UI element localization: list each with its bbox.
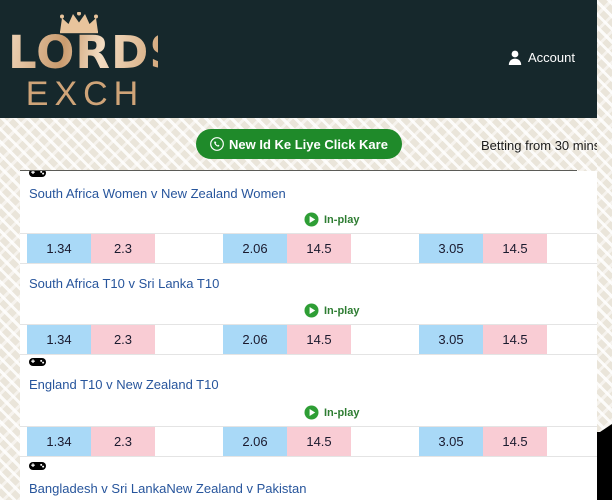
- account-label: Account: [528, 50, 575, 65]
- odds-cell-empty: [155, 325, 223, 354]
- odds-cell-lay[interactable]: 14.5: [287, 234, 351, 263]
- odds-cell-back[interactable]: 2.06: [223, 325, 287, 354]
- logo-secondary-text: EXCH: [25, 75, 145, 113]
- match-title[interactable]: South Africa T10 v Sri Lanka T10: [29, 276, 219, 291]
- odds-cell-lay[interactable]: 14.5: [287, 325, 351, 354]
- odds-cell-back[interactable]: 3.05: [419, 325, 483, 354]
- odds-cell-empty: [547, 427, 597, 456]
- odds-cell-back[interactable]: 3.05: [419, 234, 483, 263]
- gamepad-icon: [29, 355, 46, 368]
- right-gutter: [597, 0, 612, 500]
- odds-cell-lay[interactable]: 14.5: [483, 234, 547, 263]
- odds-cell-empty: [547, 325, 597, 354]
- odds-row: 1.34 2.3 2.06 14.5 3.05 14.5: [20, 233, 597, 264]
- play-circle-icon: [304, 212, 319, 227]
- odds-cell-empty: [155, 234, 223, 263]
- odds-cell-back[interactable]: 2.06: [223, 427, 287, 456]
- odds-cell-back[interactable]: 2.06: [223, 234, 287, 263]
- odds-row: 1.34 2.3 2.06 14.5 3.05 14.5: [20, 426, 597, 457]
- play-circle-icon: [304, 303, 319, 318]
- match-list-panel[interactable]: South Africa Women v New Zealand Women I…: [20, 171, 597, 500]
- match-title[interactable]: Bangladesh v Sri LankaNew Zealand v Paki…: [29, 481, 307, 496]
- odds-cell-lay[interactable]: 2.3: [91, 325, 155, 354]
- odds-cell-empty: [547, 234, 597, 263]
- crown-icon: [58, 12, 100, 34]
- odds-cell-lay[interactable]: 2.3: [91, 234, 155, 263]
- account-button[interactable]: Account: [508, 50, 575, 65]
- promo-whatsapp-button[interactable]: New Id Ke Liye Click Kare: [196, 129, 402, 159]
- gamepad-icon: [29, 459, 46, 472]
- inplay-label: In-play: [324, 304, 360, 317]
- promo-label: New Id Ke Liye Click Kare: [229, 136, 388, 152]
- odds-cell-empty: [351, 234, 419, 263]
- match-title[interactable]: England T10 v New Zealand T10: [29, 377, 219, 392]
- inplay-label: In-play: [324, 406, 360, 419]
- gamepad-icon: [29, 171, 46, 179]
- odds-cell-lay[interactable]: 14.5: [287, 427, 351, 456]
- odds-cell-empty: [155, 427, 223, 456]
- odds-cell-lay[interactable]: 14.5: [483, 427, 547, 456]
- inplay-indicator: In-play: [304, 212, 359, 227]
- whatsapp-icon: [210, 137, 224, 151]
- odds-cell-back[interactable]: 3.05: [419, 427, 483, 456]
- match-title[interactable]: South Africa Women v New Zealand Women: [29, 186, 286, 201]
- inplay-indicator: In-play: [304, 303, 359, 318]
- inplay-label: In-play: [324, 213, 360, 226]
- betting-note: Betting from 30 mins b: [481, 138, 612, 153]
- site-header: LORDS EXCH Account: [0, 0, 597, 118]
- odds-cell-back[interactable]: 1.34: [27, 427, 91, 456]
- odds-row: 1.34 2.3 2.06 14.5 3.05 14.5: [20, 324, 597, 355]
- vertical-scrollbar-thumb[interactable]: [597, 432, 612, 500]
- section-divider: [20, 170, 577, 171]
- site-logo[interactable]: LORDS EXCH: [8, 12, 182, 113]
- odds-cell-lay[interactable]: 2.3: [91, 427, 155, 456]
- play-circle-icon: [304, 405, 319, 420]
- odds-cell-empty: [351, 325, 419, 354]
- odds-cell-empty: [351, 427, 419, 456]
- odds-cell-back[interactable]: 1.34: [27, 234, 91, 263]
- user-icon: [508, 50, 522, 65]
- inplay-indicator: In-play: [304, 405, 359, 420]
- odds-cell-lay[interactable]: 14.5: [483, 325, 547, 354]
- odds-cell-back[interactable]: 1.34: [27, 325, 91, 354]
